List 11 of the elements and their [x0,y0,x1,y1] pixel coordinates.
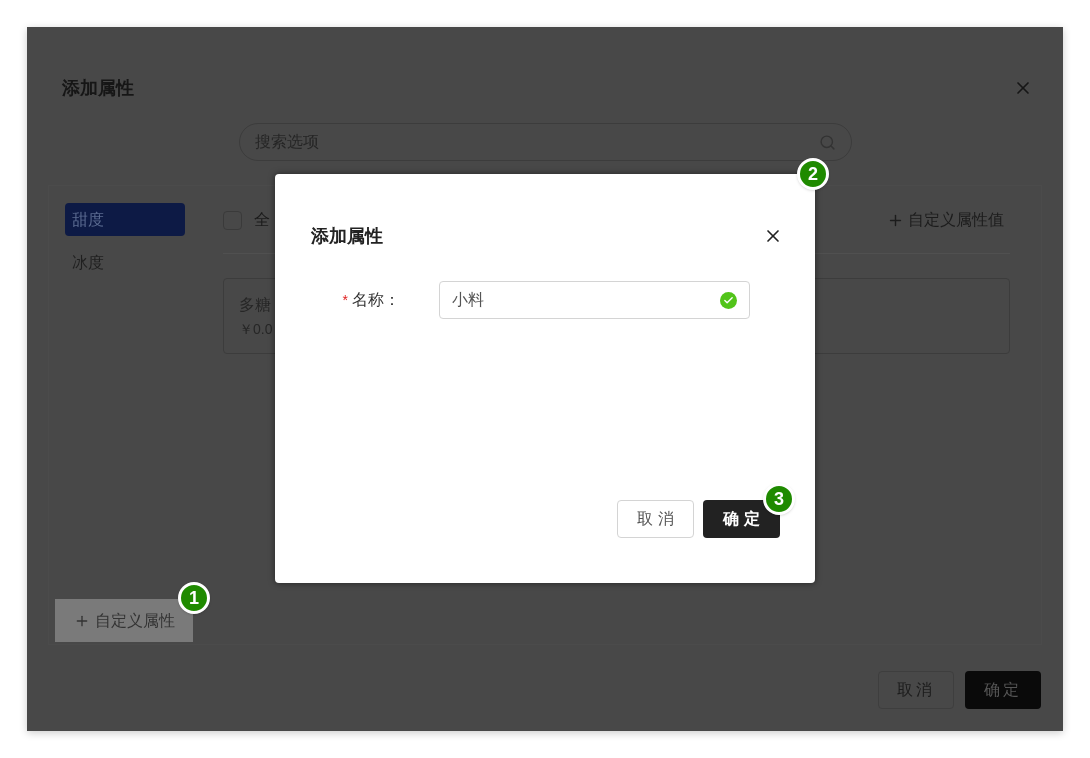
confirm-button[interactable]: 确定 [965,671,1041,709]
step-badge: 3 [763,483,795,515]
step-badge: 2 [797,158,829,190]
step-badge: 1 [178,582,210,614]
name-field[interactable]: 小料 [439,281,750,319]
modal-title: 添加属性 [311,224,383,248]
cancel-button[interactable]: 取 消 [617,500,694,538]
field-label: 名称： [352,290,400,310]
category-item[interactable]: 甜度 [65,203,185,236]
field-value: 小料 [452,290,485,310]
required-mark: * [342,290,348,310]
